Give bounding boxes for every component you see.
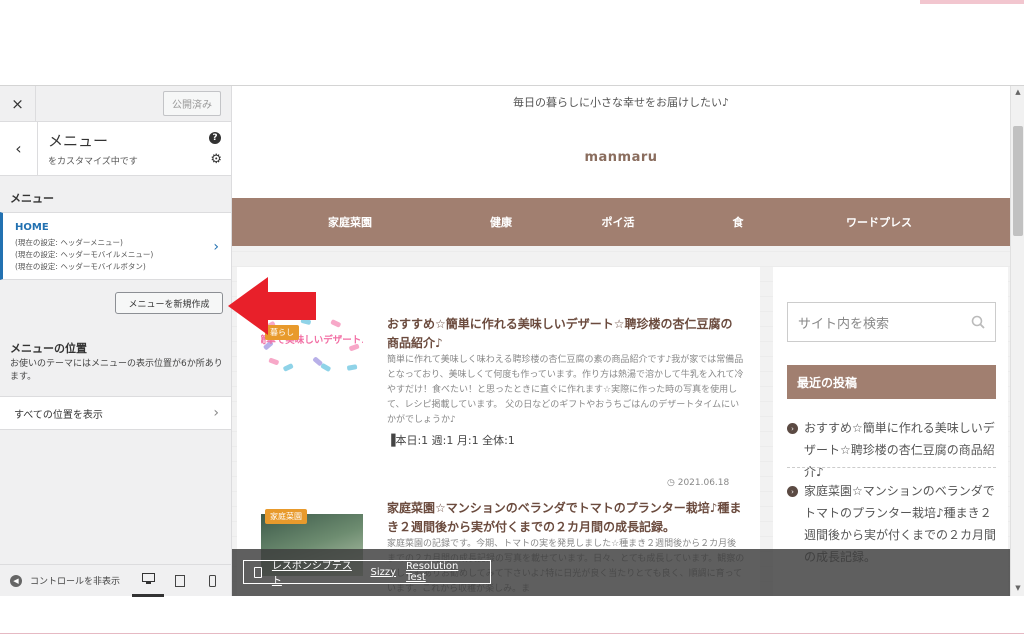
nav-item-wordpress[interactable]: ワードプレス [774, 214, 984, 230]
preview-desktop-button[interactable] [132, 565, 164, 597]
collapse-icon: ◀ [10, 574, 22, 587]
customizer-sidebar: × 公開済み ‹ メニュー をカスタマイズ中です ? ⚙ メニュー HOME (… [0, 86, 232, 596]
desktop-icon [141, 573, 155, 584]
menu-locations-title: メニューの位置 [10, 342, 87, 355]
nav-item-garden[interactable]: 家庭菜園 [232, 214, 468, 230]
nav-item-points[interactable]: ポイ活 [534, 214, 702, 230]
close-button[interactable]: × [0, 86, 36, 122]
scroll-up-icon[interactable]: ▲ [1011, 88, 1024, 96]
site-tagline: 毎日の暮らしに小さな幸せをお届けしたい♪ [512, 96, 730, 109]
scroll-thumb[interactable] [1013, 126, 1023, 236]
clock-icon: ◷ [667, 478, 678, 488]
resolution-test-link[interactable]: Resolution Test [406, 561, 480, 583]
menu-item-name: HOME [15, 222, 49, 233]
view-all-locations-button[interactable]: すべての位置を表示 › [0, 396, 231, 430]
panel-subtitle: をカスタマイズ中です [48, 157, 138, 167]
dev-toolbar-links: レスポンシブテスト Sizzy Resolution Test [243, 557, 491, 587]
responsive-test-link[interactable]: レスポンシブテスト [272, 557, 361, 587]
hide-controls-button[interactable]: ◀ コントロールを非表示 [0, 574, 132, 587]
menu-location: (現在の設定: ヘッダーモバイルメニュー) [15, 250, 154, 259]
preview-mobile-button[interactable] [196, 565, 228, 597]
post-excerpt: 簡単に作れて美味しく味わえる聘珍楼の杏仁豆腐の素の商品紹介です♪我が家では常備品… [387, 355, 744, 425]
hide-controls-label: コントロールを非表示 [30, 577, 121, 587]
recent-post-title[interactable]: おすすめ☆簡単に作れる美味しいデザート☆聘珍楼の杏仁豆腐の商品紹介♪ [804, 417, 996, 483]
chevron-right-icon: › [787, 423, 798, 434]
create-new-menu-button[interactable]: メニューを新規作成 [115, 292, 223, 314]
nav-item-health[interactable]: 健康 [468, 214, 534, 230]
view-all-locations-label: すべての位置を表示 [14, 409, 103, 421]
search-input[interactable]: サイト内を検索 [787, 302, 996, 342]
post-date-text: 2021.06.18 [677, 478, 730, 488]
red-arrow-annotation [228, 277, 316, 335]
chevron-right-icon: › [213, 405, 219, 421]
help-icon[interactable]: ? [209, 132, 221, 144]
mobile-icon [254, 566, 262, 578]
site-nav: 家庭菜園 健康 ポイ活 食 ワードプレス [232, 198, 1010, 246]
back-button[interactable]: ‹ [0, 122, 38, 175]
customizer-footer: ◀ コントロールを非表示 [0, 564, 232, 597]
post-stats-text: 本日:1 週:1 月:1 全体:1 [395, 434, 515, 447]
menu-location: (現在の設定: ヘッダーメニュー) [15, 238, 123, 247]
mobile-icon [208, 574, 216, 587]
recent-divider [787, 467, 996, 468]
recent-posts-title: 最近の投稿 [787, 365, 996, 399]
preview-tablet-button[interactable] [164, 565, 196, 597]
post-title[interactable]: 家庭菜園☆マンションのベランダでトマトのプランター栽培♪種まき２週間後から実が付… [387, 499, 742, 537]
search-icon[interactable] [971, 315, 985, 329]
panel-title-area: メニュー をカスタマイズ中です ? ⚙ [38, 122, 231, 175]
category-badge[interactable]: 家庭菜園 [265, 509, 307, 524]
post-date: ◷ 2021.06.18 [667, 478, 729, 488]
preview-scrollbar[interactable]: ▲ ▼ [1010, 86, 1024, 596]
search-placeholder: サイト内を検索 [798, 316, 890, 332]
publish-button[interactable]: 公開済み [163, 91, 221, 116]
panel-header: ‹ メニュー をカスタマイズ中です ? ⚙ [0, 122, 231, 176]
dev-toolbar: レスポンシブテスト Sizzy Resolution Test [232, 549, 1010, 596]
post-title[interactable]: おすすめ☆簡単に作れる美味しいデザート☆聘珍楼の杏仁豆腐の商品紹介♪ [387, 315, 742, 353]
site-title[interactable]: manmaru [232, 150, 1010, 165]
post-view-stats: ▐本日:1 週:1 月:1 全体:1 [387, 432, 515, 448]
menu-item-home[interactable]: HOME (現在の設定: ヘッダーメニュー) (現在の設定: ヘッダーモバイルメ… [0, 212, 231, 280]
bottom-accent-line [0, 633, 1024, 634]
chevron-right-icon: › [213, 239, 219, 255]
close-icon: × [11, 94, 24, 113]
recent-post-item[interactable]: › おすすめ☆簡単に作れる美味しいデザート☆聘珍楼の杏仁豆腐の商品紹介♪ [787, 417, 996, 483]
sidebar-topbar: × 公開済み [0, 86, 231, 122]
menu-locations-description: お使いのテーマにはメニューの表示位置が6か所あります。 [10, 359, 223, 382]
menu-location: (現在の設定: ヘッダーモバイルボタン) [15, 262, 146, 271]
scroll-down-icon[interactable]: ▼ [1011, 584, 1024, 592]
nav-item-food[interactable]: 食 [702, 214, 774, 230]
chevron-right-icon: › [787, 486, 798, 497]
panel-title: メニュー [48, 132, 109, 150]
menus-section-title: メニュー [10, 192, 54, 205]
top-accent-bar [920, 0, 1024, 4]
sidebar-widgets: サイト内を検索 最近の投稿 › おすすめ☆簡単に作れる美味しいデザート☆聘珍楼の… [773, 267, 1008, 596]
tablet-icon [175, 574, 185, 587]
sizzy-link[interactable]: Sizzy [371, 567, 397, 578]
chevron-left-icon: ‹ [15, 139, 22, 158]
gear-icon[interactable]: ⚙ [210, 152, 222, 167]
site-preview: 毎日の暮らしに小さな幸せをお届けしたい♪ manmaru 家庭菜園 健康 ポイ活… [232, 86, 1010, 596]
